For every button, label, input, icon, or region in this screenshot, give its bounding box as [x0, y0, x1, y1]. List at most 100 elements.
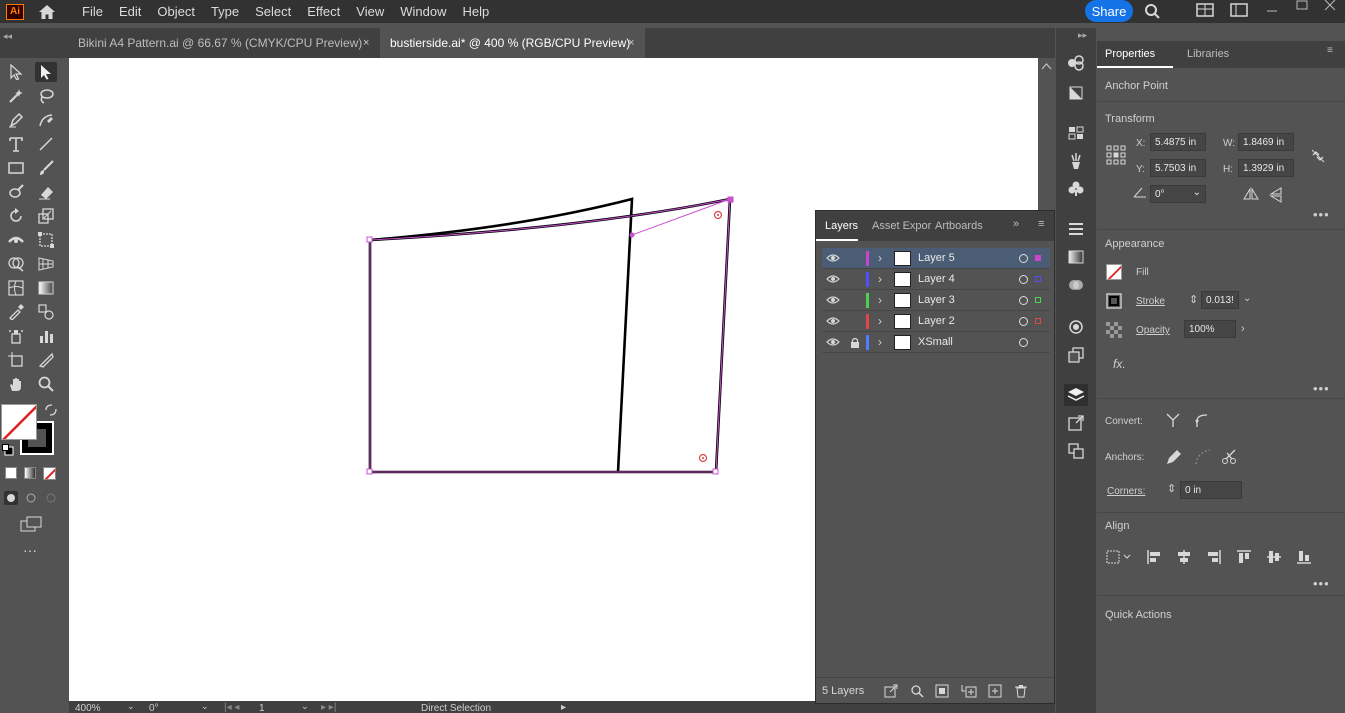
- visibility-eye-icon[interactable]: [826, 253, 840, 266]
- chevron-down-icon[interactable]: ⌄: [301, 701, 309, 712]
- selection-indicator[interactable]: [1035, 255, 1041, 261]
- curvature-tool-icon[interactable]: [35, 110, 57, 130]
- reference-point-icon[interactable]: [1106, 145, 1126, 165]
- tab-layers[interactable]: Layers: [825, 220, 858, 232]
- arrange-documents-icon[interactable]: [1196, 3, 1214, 19]
- eyedropper-tool-icon[interactable]: [5, 302, 27, 322]
- export-icon[interactable]: [884, 684, 898, 698]
- draw-normal-icon[interactable]: [4, 491, 18, 505]
- menu-select[interactable]: Select: [247, 4, 299, 19]
- swap-fill-stroke-icon[interactable]: [44, 404, 58, 416]
- visibility-eye-icon[interactable]: [826, 316, 840, 329]
- appearance-panel-icon[interactable]: [1064, 316, 1088, 338]
- layer-row[interactable]: › Layer 4: [822, 269, 1050, 290]
- direct-selection-tool-icon[interactable]: [35, 62, 57, 82]
- opacity-label[interactable]: Opacity: [1136, 325, 1170, 336]
- menu-view[interactable]: View: [348, 4, 392, 19]
- stroke-stepper-icon[interactable]: ⇕: [1189, 293, 1198, 306]
- layer-row[interactable]: › Layer 2: [822, 311, 1050, 332]
- lasso-tool-icon[interactable]: [35, 86, 57, 106]
- line-segment-tool-icon[interactable]: [35, 134, 57, 154]
- stroke-panel-icon[interactable]: [1064, 218, 1088, 240]
- new-layer-icon[interactable]: [988, 684, 1002, 698]
- slice-tool-icon[interactable]: [35, 350, 57, 370]
- selection-indicator[interactable]: [1035, 318, 1041, 324]
- new-sublayer-icon[interactable]: [961, 684, 977, 698]
- align-to-selection-icon[interactable]: [1106, 549, 1132, 567]
- target-circle-icon[interactable]: [1019, 338, 1028, 347]
- selection-indicator[interactable]: [1035, 297, 1041, 303]
- close-window-icon[interactable]: [1324, 0, 1342, 16]
- visibility-eye-icon[interactable]: [826, 337, 840, 350]
- maximize-icon[interactable]: [1296, 0, 1314, 16]
- graphic-styles-icon[interactable]: [1064, 344, 1088, 366]
- expand-chevron-icon[interactable]: ›: [878, 314, 882, 328]
- menu-help[interactable]: Help: [454, 4, 497, 19]
- draw-inside-icon[interactable]: [44, 491, 58, 505]
- share-button[interactable]: Share: [1085, 0, 1133, 22]
- shape-builder-tool-icon[interactable]: [5, 254, 27, 274]
- column-graph-tool-icon[interactable]: [35, 326, 57, 346]
- layer-row[interactable]: › XSmall: [822, 332, 1050, 353]
- corners-stepper-icon[interactable]: ⇕: [1167, 482, 1176, 495]
- symbols-icon[interactable]: [1064, 178, 1088, 200]
- rotate-view[interactable]: 0°: [149, 703, 159, 713]
- fill-swatch[interactable]: [1, 404, 37, 440]
- collapse-toolbar-icon[interactable]: ◂◂: [3, 31, 12, 42]
- tab-bustierside[interactable]: bustierside.ai* @ 400 % (RGB/CPU Preview…: [380, 28, 645, 58]
- collapse-dock-icon[interactable]: ▸▸: [1078, 30, 1087, 41]
- delete-layer-icon[interactable]: [1014, 684, 1028, 698]
- layer-name[interactable]: XSmall: [918, 336, 953, 348]
- expand-chevron-icon[interactable]: ›: [878, 293, 882, 307]
- lock-icon[interactable]: [850, 337, 860, 351]
- opacity-field[interactable]: 100%: [1184, 320, 1236, 338]
- scale-tool-icon[interactable]: [35, 206, 57, 226]
- selection-tool-icon[interactable]: [5, 62, 27, 82]
- chevron-right-icon[interactable]: ›: [1241, 323, 1245, 335]
- visibility-eye-icon[interactable]: [826, 295, 840, 308]
- close-tab-icon[interactable]: ×: [363, 37, 369, 49]
- visibility-eye-icon[interactable]: [826, 274, 840, 287]
- asset-export-icon[interactable]: [1064, 412, 1088, 434]
- rotate-tool-icon[interactable]: [5, 206, 27, 226]
- transparency-icon[interactable]: [1064, 274, 1088, 296]
- stroke-weight-field[interactable]: 0.013!: [1201, 291, 1239, 309]
- more-options-icon[interactable]: •••: [1313, 207, 1330, 222]
- width-tool-icon[interactable]: [5, 230, 27, 250]
- status-menu-icon[interactable]: ▸: [561, 702, 566, 713]
- rotate-field[interactable]: 0° ⌄: [1150, 185, 1206, 203]
- symbol-sprayer-tool-icon[interactable]: [5, 326, 27, 346]
- target-circle-icon[interactable]: [1019, 317, 1028, 326]
- menu-effect[interactable]: Effect: [299, 4, 348, 19]
- first-artboard-icon[interactable]: |◂ ◂: [224, 702, 239, 713]
- tab-libraries[interactable]: Libraries: [1187, 48, 1229, 60]
- home-icon[interactable]: [36, 2, 58, 22]
- eraser-tool-icon[interactable]: [35, 182, 57, 202]
- convert-to-corner-icon[interactable]: [1165, 412, 1183, 430]
- stroke-label[interactable]: Stroke: [1136, 296, 1165, 307]
- layer-name[interactable]: Layer 2: [918, 315, 955, 327]
- gradient-mode-icon[interactable]: [24, 467, 36, 479]
- menu-edit[interactable]: Edit: [111, 4, 149, 19]
- magic-wand-tool-icon[interactable]: [5, 86, 27, 106]
- chevron-down-icon[interactable]: ⌄: [1193, 187, 1201, 198]
- paintbrush-tool-icon[interactable]: [35, 158, 57, 178]
- tab-artboards[interactable]: Artboards: [935, 220, 983, 232]
- artboards-panel-icon[interactable]: [1064, 440, 1088, 462]
- swatches-icon[interactable]: [1064, 122, 1088, 144]
- screen-mode-icon[interactable]: [20, 516, 42, 532]
- cut-path-icon[interactable]: [1221, 448, 1239, 466]
- minimize-icon[interactable]: [1266, 6, 1284, 22]
- blend-tool-icon[interactable]: [35, 302, 57, 322]
- chevron-down-icon[interactable]: ⌄: [127, 701, 135, 712]
- flip-vertical-icon[interactable]: [1269, 187, 1287, 205]
- artboard-number[interactable]: 1: [259, 703, 265, 713]
- corners-label[interactable]: Corners:: [1107, 486, 1145, 497]
- align-vertical-center-icon[interactable]: [1266, 549, 1284, 567]
- align-bottom-icon[interactable]: [1296, 549, 1314, 567]
- layer-name[interactable]: Layer 4: [918, 273, 955, 285]
- workspace-switcher-icon[interactable]: [1230, 3, 1248, 19]
- menu-type[interactable]: Type: [203, 4, 247, 19]
- chevron-down-icon[interactable]: ⌄: [1243, 293, 1251, 304]
- panel-menu-icon[interactable]: ≡: [1038, 218, 1044, 230]
